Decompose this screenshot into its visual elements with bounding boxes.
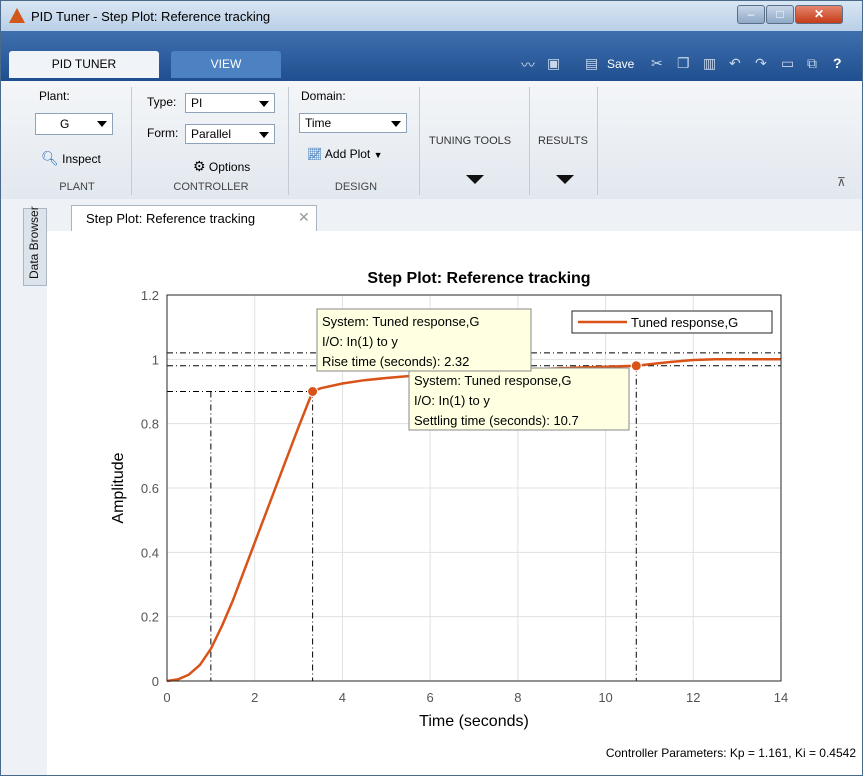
controller-group-label: CONTROLLER	[173, 181, 249, 193]
results-expand-icon[interactable]	[556, 175, 574, 184]
options-button[interactable]: ⚙ Options	[193, 158, 250, 175]
domain-value: Time	[305, 116, 332, 130]
rise-time-marker	[307, 386, 319, 397]
settling-time-datatip-text: I/O: In(1) to y	[414, 393, 490, 408]
document-tab[interactable]: Step Plot: Reference tracking ✕	[71, 205, 317, 231]
y-tick-label: 1.2	[141, 288, 159, 303]
results-label: RESULTS	[538, 135, 588, 147]
controller-type-select[interactable]: PI	[185, 93, 275, 113]
type-label: Type:	[147, 95, 177, 109]
add-plot-button[interactable]: 📈︎ Add Plot ▼	[307, 147, 383, 161]
type-value: PI	[191, 96, 203, 110]
step-plot-chart[interactable]: 0 2 4 6 8 10 12 14 0 0.2 0.4 0.6 0.8 1 1.2 Step Plot: R…	[47, 231, 862, 741]
add-plot-label: Add Plot	[324, 147, 371, 161]
x-tick-label: 10	[598, 690, 612, 705]
magnifier-icon: 🔍︎	[41, 150, 59, 166]
domain-label: Domain:	[301, 89, 346, 103]
data-browser-tab[interactable]: Data Browser	[23, 206, 47, 286]
y-tick-label: 0.2	[141, 610, 159, 625]
tuning-tools-expand-icon[interactable]	[466, 175, 484, 184]
form-label: Form:	[147, 126, 179, 140]
tuning-tools-label: TUNING TOOLS	[429, 135, 512, 147]
chart-title: Step Plot: Reference tracking	[367, 270, 590, 287]
export-icon[interactable]: ▣	[547, 55, 560, 72]
undo-icon[interactable]: ↶	[729, 55, 741, 72]
plot-icon[interactable]: 〰	[521, 55, 535, 75]
divider	[131, 87, 132, 195]
x-tick-label: 0	[163, 690, 170, 705]
add-plot-icon: 📈︎	[307, 147, 323, 161]
tab-view[interactable]: VIEW	[171, 51, 281, 78]
divider	[597, 87, 598, 195]
rise-time-datatip-text: I/O: In(1) to y	[322, 334, 398, 349]
rise-time-datatip-text: Rise time (seconds): 2.32	[322, 354, 469, 369]
data-browser-label: Data Browser	[27, 206, 41, 279]
pid-tuner-window: PID Tuner - Step Plot: Reference trackin…	[0, 0, 863, 776]
document-tab-label: Step Plot: Reference tracking	[86, 211, 256, 226]
options-label: Options	[208, 160, 251, 174]
controller-form-select[interactable]: Parallel	[185, 124, 275, 144]
ribbon-tab-row: PID TUNER VIEW 〰 ▣ ▤ Save ✂ ❐ ▥ ↶ ↷ ▭ ⧉ …	[1, 31, 862, 81]
paste-icon[interactable]: ▥	[703, 55, 716, 72]
save-button[interactable]: Save	[607, 57, 634, 71]
layout-icon[interactable]: ▭	[781, 55, 794, 72]
window-layout-icon[interactable]: ⧉	[807, 55, 817, 72]
x-tick-label: 14	[774, 690, 788, 705]
x-tick-label: 4	[339, 690, 346, 705]
close-button[interactable]: ✕	[795, 5, 843, 24]
chevron-down-icon	[259, 101, 269, 107]
y-tick-label: 1	[152, 352, 159, 367]
settling-time-datatip-text: Settling time (seconds): 10.7	[414, 413, 579, 428]
design-group-label: DESIGN	[334, 181, 378, 193]
x-tick-label: 8	[514, 690, 521, 705]
chevron-down-icon	[391, 121, 401, 127]
x-tick-label: 2	[251, 690, 258, 705]
divider	[529, 87, 530, 195]
plant-dropdown[interactable]: G	[35, 113, 113, 135]
chevron-down-icon	[259, 132, 269, 138]
plot-area: 0 2 4 6 8 10 12 14 0 0.2 0.4 0.6 0.8 1 1.2 Step Plot: R…	[47, 231, 862, 775]
x-axis-label: Time (seconds)	[419, 713, 529, 730]
inspect-label: Inspect	[62, 152, 101, 166]
chevron-down-icon: ▼	[373, 150, 383, 160]
domain-select[interactable]: Time	[299, 113, 407, 133]
maximize-button[interactable]: □	[766, 5, 794, 24]
controller-parameters-status: Controller Parameters: Kp = 1.161, Ki = …	[605, 746, 856, 760]
y-tick-label: 0.4	[141, 545, 159, 560]
settling-time-marker	[630, 360, 642, 372]
plant-label: Plant:	[39, 89, 70, 103]
settling-time-datatip-text: System: Tuned response,G	[414, 373, 572, 388]
cut-icon[interactable]: ✂	[651, 55, 663, 72]
title-bar: PID Tuner - Step Plot: Reference trackin…	[1, 1, 862, 31]
legend-label: Tuned response,G	[631, 315, 738, 330]
copy-icon[interactable]: ❐	[677, 55, 690, 72]
x-tick-label: 6	[427, 690, 434, 705]
x-tick-label: 12	[686, 690, 700, 705]
rise-time-datatip-text: System: Tuned response,G	[322, 314, 480, 329]
y-tick-label: 0	[152, 674, 159, 689]
inspect-button[interactable]: 🔍︎ Inspect	[41, 150, 101, 167]
redo-icon[interactable]: ↷	[755, 55, 767, 72]
help-icon[interactable]: ?	[833, 55, 842, 71]
matlab-logo-icon	[9, 8, 25, 23]
tab-pid-tuner[interactable]: PID TUNER	[9, 51, 159, 78]
window-title: PID Tuner - Step Plot: Reference trackin…	[31, 9, 271, 24]
y-tick-label: 0.6	[141, 481, 159, 496]
close-tab-icon[interactable]: ✕	[298, 209, 310, 226]
chevron-down-icon	[97, 121, 107, 127]
plant-group-label: PLANT	[59, 181, 95, 193]
divider	[288, 87, 289, 195]
minimize-button[interactable]: –	[737, 5, 765, 24]
gear-icon: ⚙	[193, 158, 206, 174]
y-tick-label: 0.8	[141, 417, 159, 432]
y-axis-label: Amplitude	[110, 452, 127, 523]
collapse-ribbon-icon[interactable]: ⊼	[837, 175, 846, 189]
plant-value: G	[60, 117, 70, 131]
form-value: Parallel	[191, 127, 232, 141]
divider	[419, 87, 420, 195]
save-icon[interactable]: ▤	[585, 55, 598, 72]
